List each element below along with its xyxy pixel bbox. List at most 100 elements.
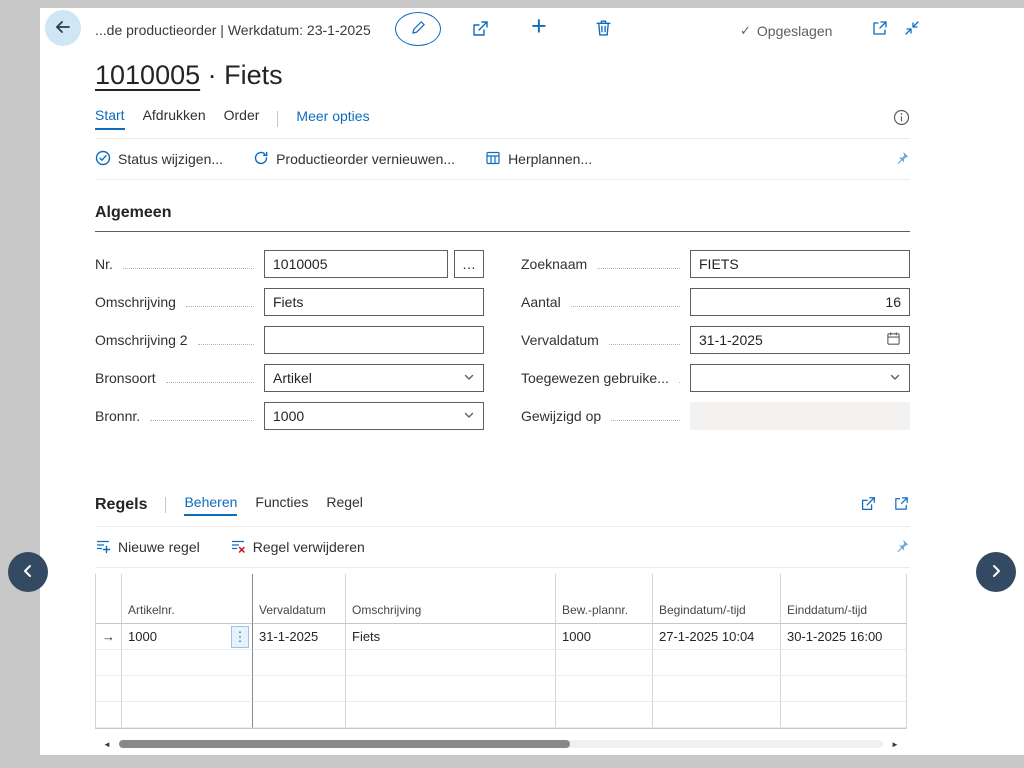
info-button[interactable] [893,109,910,129]
pin-actionbar-button[interactable] [894,150,910,169]
vervaldatum-input[interactable]: 31-1-2025 [690,326,910,354]
scrollbar-thumb[interactable] [119,740,570,748]
selector-column-header [96,574,122,624]
tab-beheren[interactable]: Beheren [184,494,237,516]
lines-ribbon: Nieuwe regel Regel verwijderen [95,526,910,568]
table-row-empty [96,702,906,728]
new-line-icon [95,538,111,557]
share-button[interactable] [470,19,490,42]
tab-afdrukken[interactable]: Afdrukken [143,107,206,130]
cell-einddatum[interactable]: 30-1-2025 16:00 [781,624,906,650]
ellipsis-icon: … [462,256,476,272]
assist-edit-button[interactable]: … [454,250,484,278]
dotted-leader [571,306,680,307]
record-number-link[interactable]: 1010005 [95,60,200,90]
row-arrow-icon: → [102,629,115,644]
tab-regel[interactable]: Regel [326,494,363,516]
table-row-empty [96,650,906,676]
dotted-leader [198,344,254,345]
dotted-leader [611,420,680,421]
chevron-down-icon [463,408,475,424]
open-in-window-button[interactable] [871,19,889,40]
title-separator: · [208,60,217,90]
scroll-left-arrow[interactable]: ◄ [95,740,119,749]
omschrijving-2-input[interactable] [264,326,484,354]
back-button[interactable] [45,10,81,46]
herplannen-action[interactable]: Herplannen... [485,150,592,169]
dotted-leader [166,382,254,383]
column-header[interactable]: Vervaldatum [253,574,346,624]
lines-table: Artikelnr. Vervaldatum Omschrijving Bew.… [95,574,907,729]
toegewezen-select[interactable] [690,364,910,392]
section-heading-algemeen[interactable]: Algemeen [95,204,910,232]
action-label: Nieuwe regel [118,539,200,555]
open-lines-button[interactable] [893,495,910,516]
previous-record-button[interactable] [8,552,48,592]
check-icon: ✓ [740,23,751,39]
save-status-label: Opgeslagen [757,23,833,39]
arrow-left-icon [54,18,72,39]
scroll-right-arrow[interactable]: ► [883,740,907,749]
field-omschrijving-2: Omschrijving 2 [95,326,484,354]
dotted-leader [150,420,254,421]
delete-record-button[interactable] [594,18,613,40]
edit-button[interactable] [395,12,441,46]
lines-heading[interactable]: Regels [95,496,147,514]
cell-begindatum[interactable]: 27-1-2025 10:04 [653,624,781,650]
field-label: Aantal [521,294,561,310]
horizontal-scrollbar[interactable]: ◄ ► [95,738,907,750]
pin-icon [894,538,910,557]
status-check-icon [95,150,111,169]
status-wijzigen-action[interactable]: Status wijzigen... [95,150,223,169]
column-header[interactable]: Artikelnr. [122,574,253,624]
column-header[interactable]: Omschrijving [346,574,556,624]
next-record-button[interactable] [976,552,1016,592]
omschrijving-input[interactable]: Fiets [264,288,484,316]
bronnr-select[interactable]: 1000 [264,402,484,430]
field-label: Zoeknaam [521,256,587,272]
zoeknaam-input[interactable]: FIETS [690,250,910,278]
cell-artikelnr[interactable]: 1000 ⋮ [122,624,253,650]
tab-functies[interactable]: Functies [255,494,308,516]
field-label: Toegewezen gebruike... [521,370,669,386]
refresh-icon [253,150,269,169]
action-label: Productieorder vernieuwen... [276,151,455,167]
collapse-view-button[interactable] [903,19,921,40]
pencil-icon [411,20,426,38]
column-header[interactable]: Begindatum/-tijd [653,574,781,624]
window-title: ...de productieorder | Werkdatum: 23-1-2… [95,22,371,38]
column-header[interactable]: Bew.-plannr. [556,574,653,624]
regel-verwijderen-action[interactable]: Regel verwijderen [230,538,365,557]
lines-header: Regels Beheren Functies Regel [95,494,910,516]
popout-icon [871,19,889,40]
field-label: Omschrijving 2 [95,332,188,348]
tab-order[interactable]: Order [224,107,260,130]
calendar-icon[interactable] [886,331,901,349]
schedule-grid-icon [485,150,501,169]
aantal-input[interactable]: 16 [690,288,910,316]
record-card: ...de productieorder | Werkdatum: 23-1-2… [40,8,1024,755]
bronsoort-select[interactable]: Artikel [264,364,484,392]
scrollbar-track[interactable] [119,740,883,748]
action-label: Herplannen... [508,151,592,167]
field-label: Vervaldatum [521,332,599,348]
column-header[interactable]: Einddatum/-tijd [781,574,906,624]
cell-bew-plannr[interactable]: 1000 [556,624,653,650]
row-options-button[interactable]: ⋮ [231,626,249,648]
cell-omschrijving[interactable]: Fiets [346,624,556,650]
share-lines-button[interactable] [859,495,877,516]
ribbon-bar: Status wijzigen... Productieorder vernie… [95,138,910,180]
nr-input[interactable]: 1010005 [264,250,448,278]
field-label: Bronnr. [95,408,140,424]
cell-vervaldatum[interactable]: 31-1-2025 [253,624,346,650]
tab-start[interactable]: Start [95,107,125,130]
lines-divider [165,497,166,513]
pin-lines-button[interactable] [894,538,910,557]
table-row: → 1000 ⋮ 31-1-2025 Fiets 1000 27-1-2025 … [96,624,906,650]
vernieuwen-action[interactable]: Productieorder vernieuwen... [253,150,455,169]
more-options-button[interactable]: Meer opties [296,108,369,129]
popout-icon [893,495,910,515]
nieuwe-regel-action[interactable]: Nieuwe regel [95,538,200,557]
new-record-button[interactable]: + [531,13,547,40]
info-icon [893,109,910,129]
